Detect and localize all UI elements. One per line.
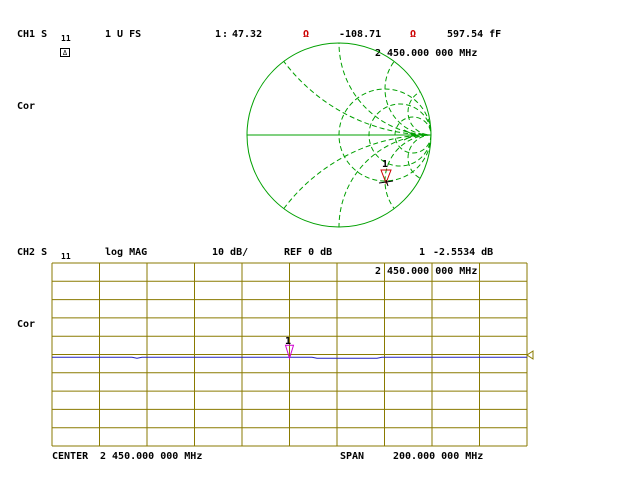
span-value: 200.000 000 MHz	[393, 451, 484, 462]
span-label: SPAN	[340, 451, 365, 462]
center-value: 2 450.000 000 MHz	[100, 451, 203, 462]
center-label: CENTER	[52, 451, 89, 462]
logmag-marker-label: 1	[285, 336, 292, 347]
logmag-graticule	[51, 262, 534, 447]
ref-level-icon	[526, 350, 534, 360]
